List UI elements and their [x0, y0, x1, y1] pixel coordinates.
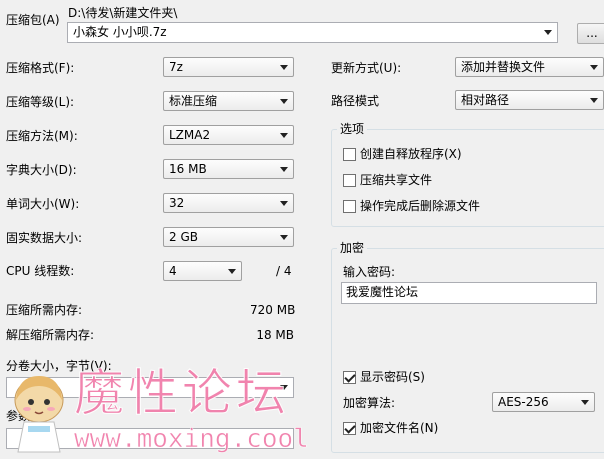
password-input[interactable]: 我爱魔性论坛 — [341, 282, 597, 304]
dict-label: 字典大小(D): — [6, 163, 77, 177]
password-label: 输入密码: — [343, 265, 396, 279]
delete-label[interactable]: 操作完成后删除源文件 — [360, 198, 480, 214]
update-value: 添加并替换文件 — [461, 60, 546, 74]
browse-button[interactable]: ... — [577, 23, 604, 44]
show-password-label[interactable]: 显示密码(S) — [360, 369, 425, 385]
word-select[interactable]: 32 — [163, 193, 294, 213]
path-label: 路径模式 — [331, 94, 380, 108]
enc-method-value: AES-256 — [498, 395, 549, 409]
archive-label: 压缩包(A) — [6, 13, 60, 27]
delete-checkbox[interactable] — [343, 200, 356, 213]
chevron-down-icon — [280, 235, 288, 240]
level-value: 标准压缩 — [169, 94, 218, 108]
encrypt-names-label[interactable]: 加密文件名(N) — [360, 420, 438, 436]
options-group-title: 选项 — [337, 122, 368, 136]
word-value: 32 — [169, 196, 185, 210]
format-label: 压缩格式(F): — [6, 61, 75, 75]
solid-select[interactable]: 2 GB — [163, 227, 294, 247]
shared-checkbox[interactable] — [343, 174, 356, 187]
mem-compress-label: 压缩所需内存: — [6, 303, 83, 317]
archive-filename-value: 小森女 小小呗.7z — [73, 25, 167, 39]
show-password-checkbox[interactable] — [343, 371, 356, 384]
dict-select[interactable]: 16 MB — [163, 159, 294, 179]
path-value: 相对路径 — [461, 93, 510, 107]
chevron-down-icon — [280, 167, 288, 172]
cpu-label: CPU 线程数: — [6, 264, 75, 278]
update-select[interactable]: 添加并替换文件 — [455, 57, 604, 77]
mem-decompress-label: 解压缩所需内存: — [6, 328, 95, 342]
cpu-select[interactable]: 4 — [163, 261, 242, 281]
enc-method-label: 加密算法: — [343, 396, 396, 410]
cpu-total: / 4 — [276, 264, 292, 278]
chevron-down-icon — [280, 133, 288, 138]
path-select[interactable]: 相对路径 — [455, 90, 604, 110]
update-label: 更新方式(U): — [331, 61, 402, 75]
chevron-down-icon — [544, 30, 552, 35]
archive-folder-path: D:\待发\新建文件夹\ — [68, 6, 178, 20]
chevron-down-icon — [590, 98, 598, 103]
method-value: LZMA2 — [169, 128, 211, 142]
encryption-group-title: 加密 — [337, 241, 368, 255]
chevron-down-icon — [280, 99, 288, 104]
mem-compress-value: 720 MB — [250, 303, 296, 317]
chevron-down-icon — [228, 269, 236, 274]
dict-value: 16 MB — [169, 162, 207, 176]
format-select[interactable]: 7z — [163, 57, 294, 77]
chevron-down-icon — [581, 400, 589, 405]
enc-method-select[interactable]: AES-256 — [492, 392, 595, 412]
word-label: 单词大小(W): — [6, 197, 80, 211]
encrypt-names-checkbox[interactable] — [343, 422, 356, 435]
chevron-down-icon — [280, 65, 288, 70]
chevron-down-icon — [280, 201, 288, 206]
level-label: 压缩等级(L): — [6, 95, 75, 109]
shared-label[interactable]: 压缩共享文件 — [360, 172, 432, 188]
cpu-value: 4 — [169, 264, 177, 278]
sfx-label[interactable]: 创建自释放程序(X) — [360, 146, 462, 162]
archive-filename-combo[interactable]: 小森女 小小呗.7z — [67, 22, 558, 43]
method-label: 压缩方法(M): — [6, 129, 78, 143]
mem-decompress-value: 18 MB — [256, 328, 294, 342]
level-select[interactable]: 标准压缩 — [163, 91, 294, 111]
password-value: 我爱魔性论坛 — [346, 285, 419, 299]
solid-label: 固实数据大小: — [6, 231, 83, 245]
solid-value: 2 GB — [169, 230, 198, 244]
chevron-down-icon — [590, 65, 598, 70]
sfx-checkbox[interactable] — [343, 148, 356, 161]
watermark-brand: 魔性论坛 — [74, 364, 290, 422]
method-select[interactable]: LZMA2 — [163, 125, 294, 145]
format-value: 7z — [169, 60, 183, 74]
watermark-url: www.moxing.cool — [74, 424, 309, 455]
watermark-mascot — [8, 370, 70, 454]
